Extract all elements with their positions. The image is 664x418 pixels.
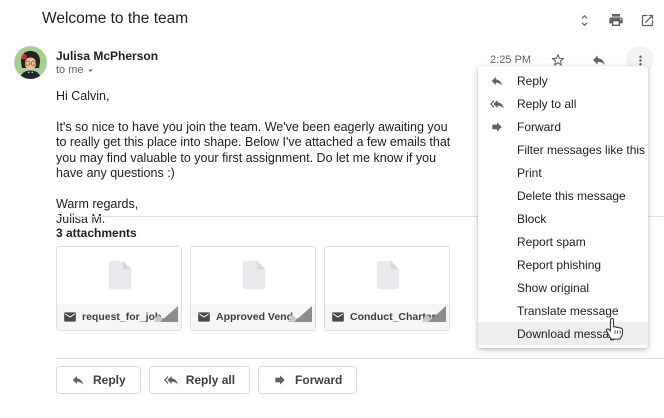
forward-icon [490,120,517,134]
menu-item-forward[interactable]: Forward [478,115,648,138]
message-time: 2:25 PM [490,54,531,66]
sender-avatar[interactable] [14,46,47,79]
forward-button[interactable]: Forward [258,366,357,394]
recipient-details-toggle[interactable]: to me [56,64,96,76]
reply-all-icon [490,97,517,111]
envelope-icon [331,310,345,324]
envelope-icon [63,310,77,324]
reply-all-button[interactable]: Reply all [149,366,250,394]
email-body: Hi Calvin, It's so nice to have you join… [56,89,460,228]
folded-corner [422,305,446,327]
menu-item-filter-messages[interactable]: Filter messages like this [478,138,648,161]
menu-item-show-original[interactable]: Show original [478,276,648,299]
body-paragraph: It's so nice to have you join the team. … [56,120,460,182]
gmail-message-view: Welcome to the team Julisa McPherson [0,0,664,418]
body-closing: Warm regards, [56,197,460,213]
body-greeting: Hi Calvin, [56,89,460,105]
reply-button[interactable]: Reply [56,366,141,394]
recipient-label: to me [56,64,84,76]
menu-item-report-spam[interactable]: Report spam [478,230,648,253]
expand-collapse-icon[interactable] [577,13,592,28]
attachments-header: 3 attachments [56,226,137,240]
reply-all-icon [164,373,178,387]
message-options-menu: Reply Reply to all Forward Filter messag… [478,66,648,348]
header-toolbar [577,12,655,28]
forward-icon [273,373,287,387]
dropdown-arrow-icon [85,65,96,76]
folded-corner [154,305,178,327]
document-icon [237,258,271,297]
attachment-card[interactable]: request_for_job.. [56,246,182,331]
reply-icon [71,373,85,387]
menu-item-reply-to-all[interactable]: Reply to all [478,92,648,115]
actions-divider [56,358,664,359]
menu-item-delete-message[interactable]: Delete this message [478,184,648,207]
sender-name: Julisa McPherson [56,49,158,63]
envelope-icon [197,310,211,324]
menu-item-reply[interactable]: Reply [478,69,648,92]
open-in-new-icon[interactable] [640,13,655,28]
folded-corner [288,305,312,327]
document-icon [103,258,137,297]
email-subject: Welcome to the team [42,10,188,28]
reply-icon [490,74,517,88]
attachments-row: request_for_job.. Approved Vend... [56,246,450,331]
attachment-card[interactable]: Conduct_Charter [324,246,450,331]
attachment-card[interactable]: Approved Vend... [190,246,316,331]
document-icon [371,258,405,297]
print-icon[interactable] [608,12,624,28]
mouse-cursor [602,315,626,346]
menu-item-report-phishing[interactable]: Report phishing [478,253,648,276]
menu-item-block[interactable]: Block [478,207,648,230]
menu-item-print[interactable]: Print [478,161,648,184]
quick-actions: Reply Reply all Forward [56,366,357,394]
